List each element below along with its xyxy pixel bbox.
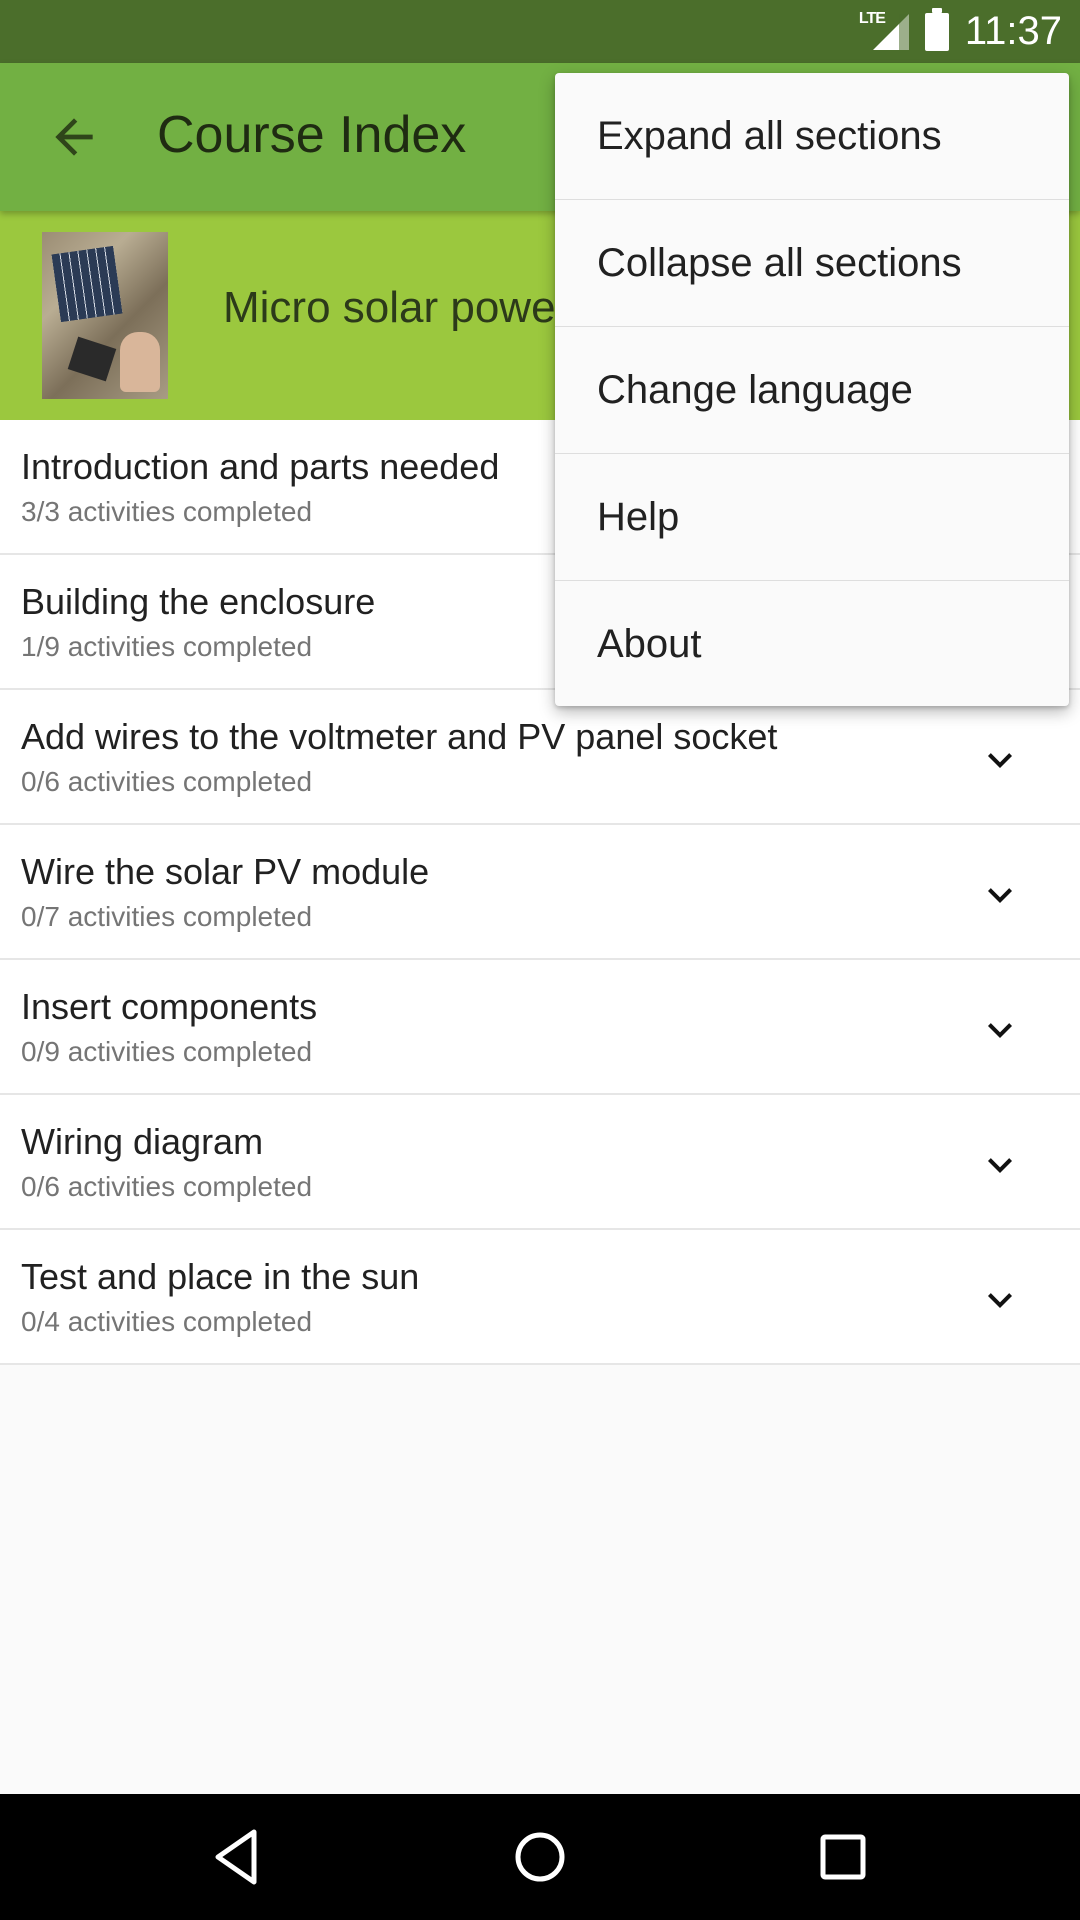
section-progress: 0/6 activities completed	[21, 1171, 313, 1202]
section-title: Wire the solar PV module	[21, 851, 430, 892]
menu-item-change-language[interactable]: Change language	[555, 327, 1069, 454]
section-title: Add wires to the voltmeter and PV panel …	[21, 716, 778, 757]
system-nav-bar	[0, 1794, 1080, 1920]
section-title: Test and place in the sun	[21, 1256, 420, 1297]
chevron-down-icon[interactable]	[976, 871, 1024, 919]
chevron-down-icon[interactable]	[976, 1141, 1024, 1189]
battery-icon	[924, 7, 949, 51]
chevron-down-icon[interactable]	[976, 1006, 1024, 1054]
nav-home-icon[interactable]	[505, 1822, 575, 1892]
page-title: Course Index	[157, 106, 467, 164]
section-title: Building the enclosure	[21, 581, 376, 622]
section-progress: 1/9 activities completed	[21, 631, 313, 662]
section-progress: 0/7 activities completed	[21, 901, 313, 932]
status-clock: 11:37	[964, 9, 1062, 53]
status-icons: LTE 11:37	[859, 0, 1062, 63]
section-progress: 0/4 activities completed	[21, 1306, 313, 1337]
section-progress: 0/9 activities completed	[21, 1036, 313, 1067]
nav-back-icon[interactable]	[202, 1822, 272, 1892]
course-title: Micro solar power	[223, 283, 571, 332]
section-title: Wiring diagram	[21, 1121, 264, 1162]
course-thumbnail-image	[42, 232, 168, 399]
nav-recents-icon[interactable]	[808, 1822, 878, 1892]
overflow-menu: Expand all sections Collapse all section…	[555, 73, 1069, 706]
section-title: Introduction and parts needed	[21, 446, 500, 487]
back-arrow-icon[interactable]	[46, 109, 102, 165]
signal-strength-icon: LTE	[859, 10, 909, 52]
menu-item-collapse-all[interactable]: Collapse all sections	[555, 200, 1069, 327]
chevron-down-icon[interactable]	[976, 736, 1024, 784]
section-progress: 3/3 activities completed	[21, 496, 313, 527]
menu-item-about[interactable]: About	[555, 581, 1069, 706]
status-bar: LTE 11:37	[0, 0, 1080, 63]
section-row[interactable]: Test and place in the sun 0/4 activities…	[0, 1230, 1080, 1365]
section-row[interactable]: Wiring diagram 0/6 activities completed	[0, 1095, 1080, 1230]
section-title: Insert components	[21, 986, 318, 1027]
chevron-down-icon[interactable]	[976, 1276, 1024, 1324]
menu-item-expand-all[interactable]: Expand all sections	[555, 73, 1069, 200]
section-row[interactable]: Insert components 0/9 activities complet…	[0, 960, 1080, 1095]
section-progress: 0/6 activities completed	[21, 766, 313, 797]
menu-item-help[interactable]: Help	[555, 454, 1069, 581]
section-row[interactable]: Wire the solar PV module 0/7 activities …	[0, 825, 1080, 960]
section-row[interactable]: Add wires to the voltmeter and PV panel …	[0, 690, 1080, 825]
